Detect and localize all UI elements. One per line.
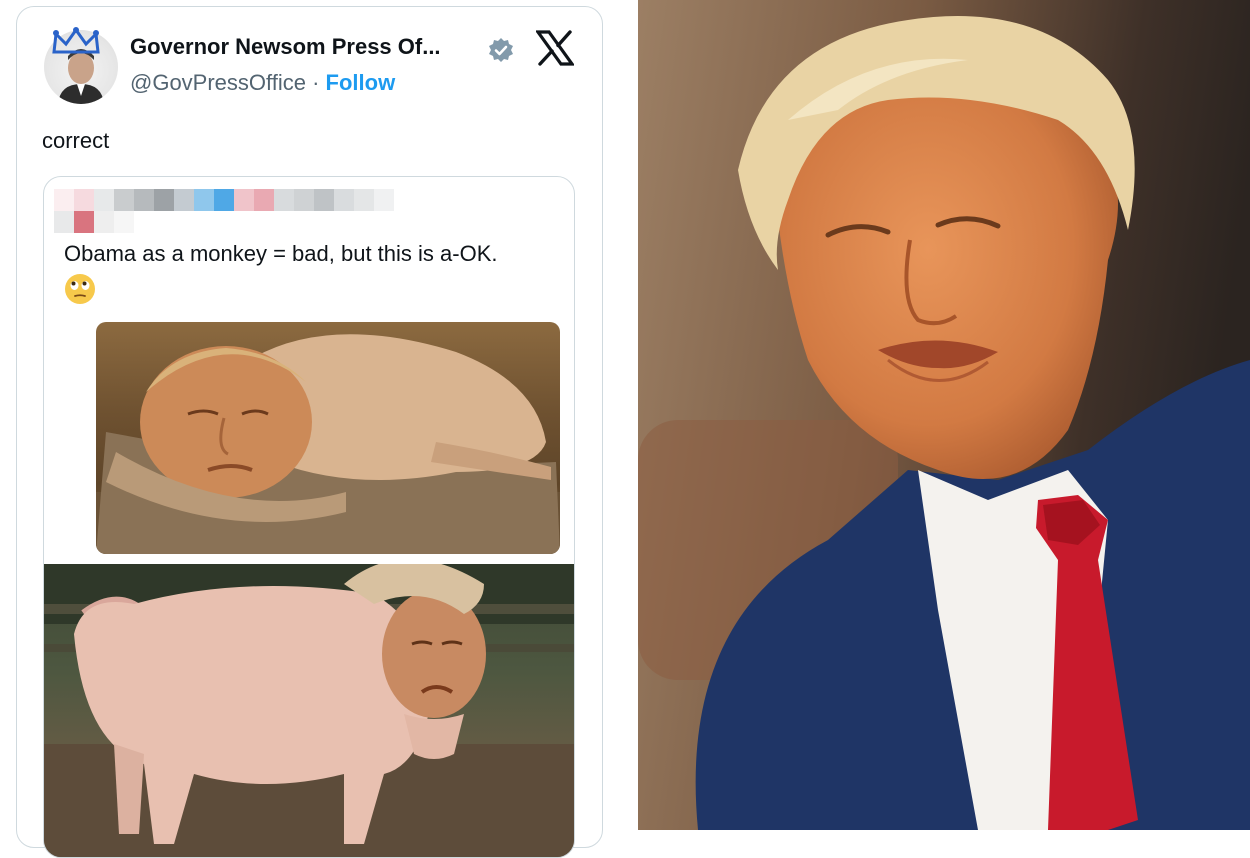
panel-divider xyxy=(626,0,638,830)
display-name[interactable]: Governor Newsom Press Of... xyxy=(130,34,441,60)
follow-button[interactable]: Follow xyxy=(326,70,396,95)
handle[interactable]: @GovPressOffice xyxy=(130,70,306,95)
tweet-text: correct xyxy=(42,128,110,153)
quoted-tweet-text: Obama as a monkey = bad, but this is a-O… xyxy=(64,241,498,266)
photo-panel[interactable] xyxy=(638,0,1250,830)
meme-image-sleeping-pig[interactable] xyxy=(96,322,560,554)
x-logo-icon[interactable] xyxy=(536,30,574,66)
meme-image-standing-pig[interactable] xyxy=(44,564,574,857)
handle-row: @GovPressOffice · Follow xyxy=(130,70,395,96)
tweet-screenshot-panel: Governor Newsom Press Of... @GovPressOff… xyxy=(0,0,626,858)
quoted-tweet-card[interactable]: Obama as a monkey = bad, but this is a-O… xyxy=(43,176,575,858)
separator: · xyxy=(305,70,326,95)
verified-badge-icon xyxy=(489,38,513,62)
obscured-author xyxy=(54,189,394,233)
crown-icon xyxy=(52,27,100,54)
rolling-eyes-emoji-icon xyxy=(65,274,95,304)
